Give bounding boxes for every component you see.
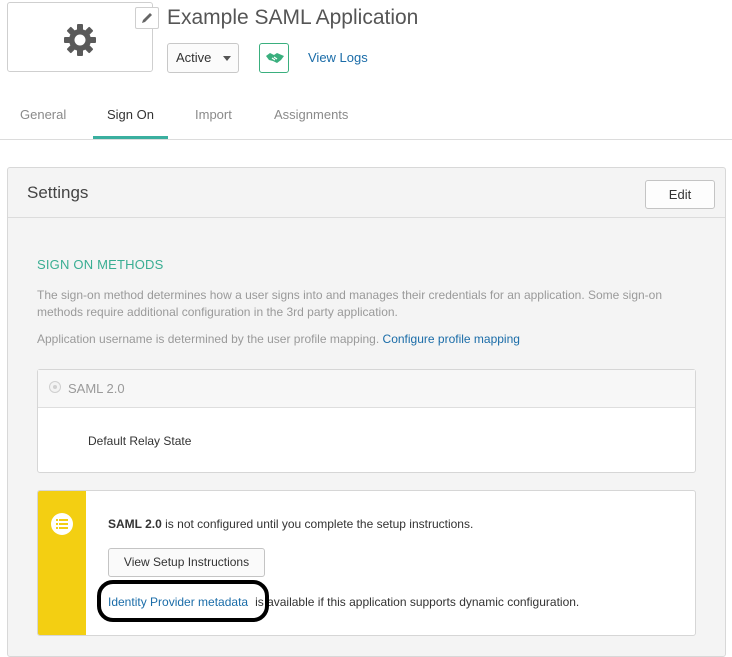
sign-on-description: The sign-on method determines how a user… <box>37 288 663 319</box>
tab-assignments[interactable]: Assignments <box>274 107 348 122</box>
idp-metadata-text: is available if this application support… <box>255 595 580 609</box>
page-title: Example SAML Application <box>167 6 419 29</box>
username-info: Application username is determined by th… <box>37 332 520 346</box>
status-select[interactable]: Active <box>167 43 239 73</box>
pencil-icon <box>142 13 152 23</box>
edit-logo-button[interactable] <box>135 7 159 29</box>
configure-profile-mapping-link[interactable]: Configure profile mapping <box>383 332 520 346</box>
provisioning-button[interactable] <box>259 43 289 73</box>
notice-text: is not configured until you complete the… <box>165 517 474 531</box>
edit-button[interactable]: Edit <box>645 180 715 209</box>
active-tab-indicator <box>93 136 168 139</box>
section-title: SIGN ON METHODS <box>37 257 164 272</box>
relay-state-label: Default Relay State <box>88 434 192 448</box>
view-logs-link[interactable]: View Logs <box>308 50 368 65</box>
app-logo <box>7 2 159 72</box>
idp-metadata-line: Identity Provider metadata is available i… <box>108 595 579 609</box>
tab-import[interactable]: Import <box>195 107 232 122</box>
notice-message: SAML 2.0 is not configured until you com… <box>108 517 473 531</box>
saml-radio[interactable] <box>49 381 61 393</box>
gear-icon <box>64 24 96 56</box>
saml-method-box: SAML 2.0 Default Relay State <box>37 369 696 473</box>
handshake-icon <box>266 53 284 63</box>
setup-notice: SAML 2.0 is not configured until you com… <box>37 490 696 636</box>
view-setup-instructions-button[interactable]: View Setup Instructions <box>108 548 265 577</box>
chevron-down-icon <box>223 56 231 61</box>
notice-bar <box>38 491 86 635</box>
tab-general[interactable]: General <box>20 107 66 122</box>
settings-panel: Settings Edit SIGN ON METHODS The sign-o… <box>7 167 726 657</box>
tab-bar: General Sign On Import Assignments <box>0 100 732 140</box>
username-text: Application username is determined by th… <box>37 332 380 346</box>
list-icon <box>51 513 73 535</box>
settings-header: Settings Edit <box>8 168 725 218</box>
identity-provider-metadata-link[interactable]: Identity Provider metadata <box>108 595 248 609</box>
settings-title: Settings <box>27 183 89 202</box>
tab-sign-on[interactable]: Sign On <box>107 107 154 122</box>
notice-strong: SAML 2.0 <box>108 517 162 531</box>
saml-label: SAML 2.0 <box>68 381 125 396</box>
status-select-value: Active <box>176 50 212 65</box>
saml-method-header: SAML 2.0 <box>38 370 695 408</box>
